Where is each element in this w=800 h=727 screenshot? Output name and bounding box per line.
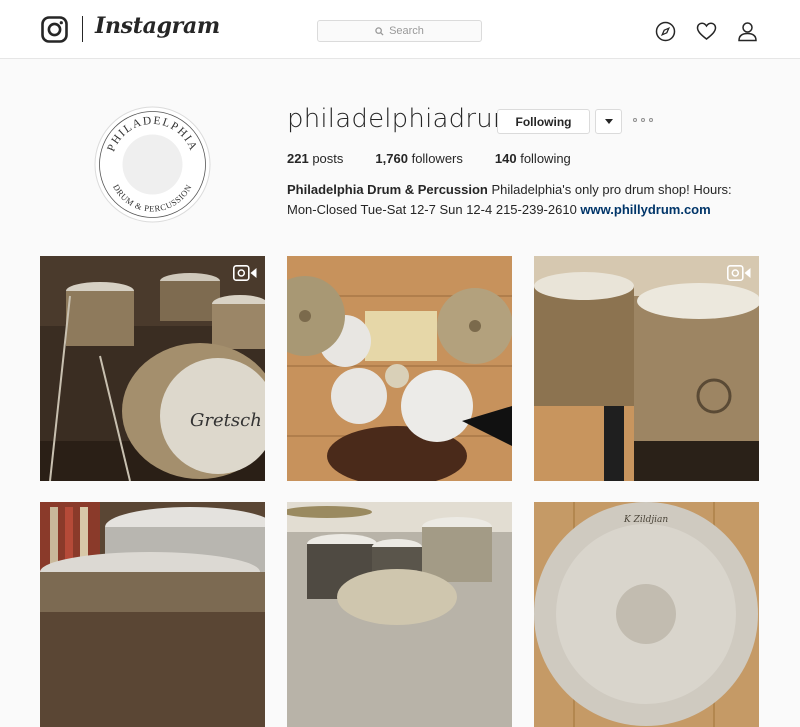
caret-down-icon: [604, 119, 613, 124]
post-tile[interactable]: [40, 502, 265, 727]
bio-link[interactable]: www.phillydrum.com: [580, 202, 710, 217]
drum-kit-photo: Gretsch: [40, 256, 265, 481]
video-icon: [233, 265, 257, 281]
drum-kit-in-shop-photo: [287, 502, 512, 727]
ellipsis-dot-icon: [633, 118, 637, 122]
following-button[interactable]: Following: [497, 109, 590, 134]
following-count: 140: [494, 151, 517, 166]
snare-drums-shelf-photo: [40, 502, 265, 727]
search-placeholder: Search: [389, 25, 424, 37]
person-icon[interactable]: [737, 21, 758, 42]
instagram-glyph-icon[interactable]: [41, 16, 68, 43]
logo-divider: [82, 16, 83, 42]
bio-name: Philadelphia Drum & Percussion: [287, 182, 488, 197]
post-tile[interactable]: Gretsch: [40, 256, 265, 481]
posts-count: 221: [287, 151, 309, 166]
zildjian-cymbal-photo: K Zildjian: [534, 502, 759, 727]
profile-bio: Philadelphia Drum & Percussion Philadelp…: [287, 180, 757, 220]
following-label: following: [520, 151, 571, 166]
instagram-wordmark[interactable]: Instagram: [95, 13, 220, 39]
more-options-button[interactable]: [633, 115, 653, 125]
followers-count: 1,760: [375, 151, 408, 166]
suggestions-dropdown-button[interactable]: [595, 109, 622, 134]
posts-stat: 221 posts: [287, 151, 343, 166]
drum-kit-overhead-photo: [287, 256, 512, 481]
following-stat[interactable]: 140 following: [495, 151, 571, 166]
search-icon: [375, 26, 384, 36]
post-tile[interactable]: K Zildjian: [534, 502, 759, 727]
ellipsis-dot-icon: [641, 118, 645, 122]
followers-stat[interactable]: 1,760 followers: [375, 151, 462, 166]
ellipsis-dot-icon: [649, 118, 653, 122]
svg-text:Gretsch: Gretsch: [190, 410, 262, 431]
top-navigation-bar: Instagram Search: [0, 0, 800, 59]
post-tile[interactable]: [287, 256, 512, 481]
profile-stats: 221 posts 1,760 followers 140 following: [287, 151, 603, 166]
compass-icon[interactable]: [655, 21, 676, 42]
posts-label: posts: [312, 151, 344, 166]
followers-label: followers: [411, 151, 463, 166]
profile-username: philadelphiadrum: [287, 104, 519, 134]
brass-snare-drums-photo: [534, 256, 759, 481]
profile-logo: PHILADELPHIA DRUM & PERCUSSION: [94, 106, 211, 223]
post-tile[interactable]: [287, 502, 512, 727]
video-icon: [727, 265, 751, 281]
avatar[interactable]: PHILADELPHIA DRUM & PERCUSSION: [94, 106, 211, 223]
heart-icon[interactable]: [696, 21, 717, 42]
search-input[interactable]: Search: [317, 20, 482, 42]
svg-text:K Zildjian: K Zildjian: [623, 515, 668, 525]
post-tile[interactable]: [534, 256, 759, 481]
